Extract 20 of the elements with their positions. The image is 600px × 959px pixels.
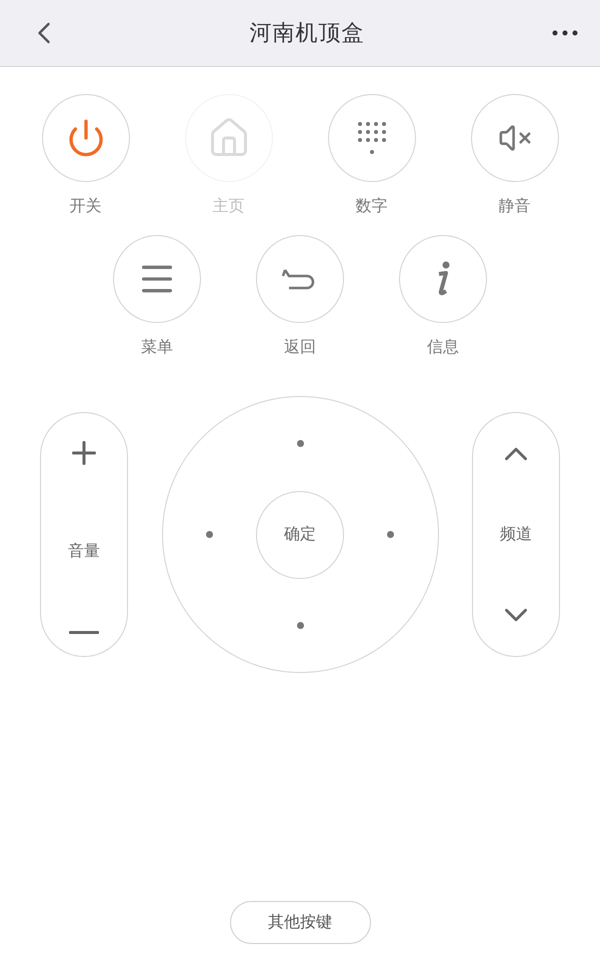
button-label: 数字 — [356, 196, 388, 217]
button-label: 菜单 — [141, 337, 173, 358]
button-label: 静音 — [498, 196, 530, 217]
up-button[interactable] — [296, 440, 304, 448]
down-button[interactable] — [296, 622, 304, 629]
keypad-icon — [356, 121, 386, 155]
button-label: 返回 — [284, 337, 316, 358]
more-icon — [552, 30, 578, 36]
channel-label: 频道 — [500, 524, 532, 545]
button-label: 主页 — [212, 196, 244, 217]
other-keys-button[interactable]: 其他按键 — [230, 901, 370, 944]
volume-label: 音量 — [68, 540, 100, 562]
more-options-button[interactable] — [552, 30, 578, 36]
minus-icon — [69, 631, 99, 634]
ok-button[interactable]: 确定 — [256, 490, 344, 578]
button-label: 开关 — [70, 196, 102, 217]
button-label: 信息 — [427, 337, 459, 358]
left-button[interactable] — [206, 531, 213, 538]
window-title: 河南机顶盒 — [250, 20, 364, 48]
right-button[interactable] — [387, 531, 394, 538]
